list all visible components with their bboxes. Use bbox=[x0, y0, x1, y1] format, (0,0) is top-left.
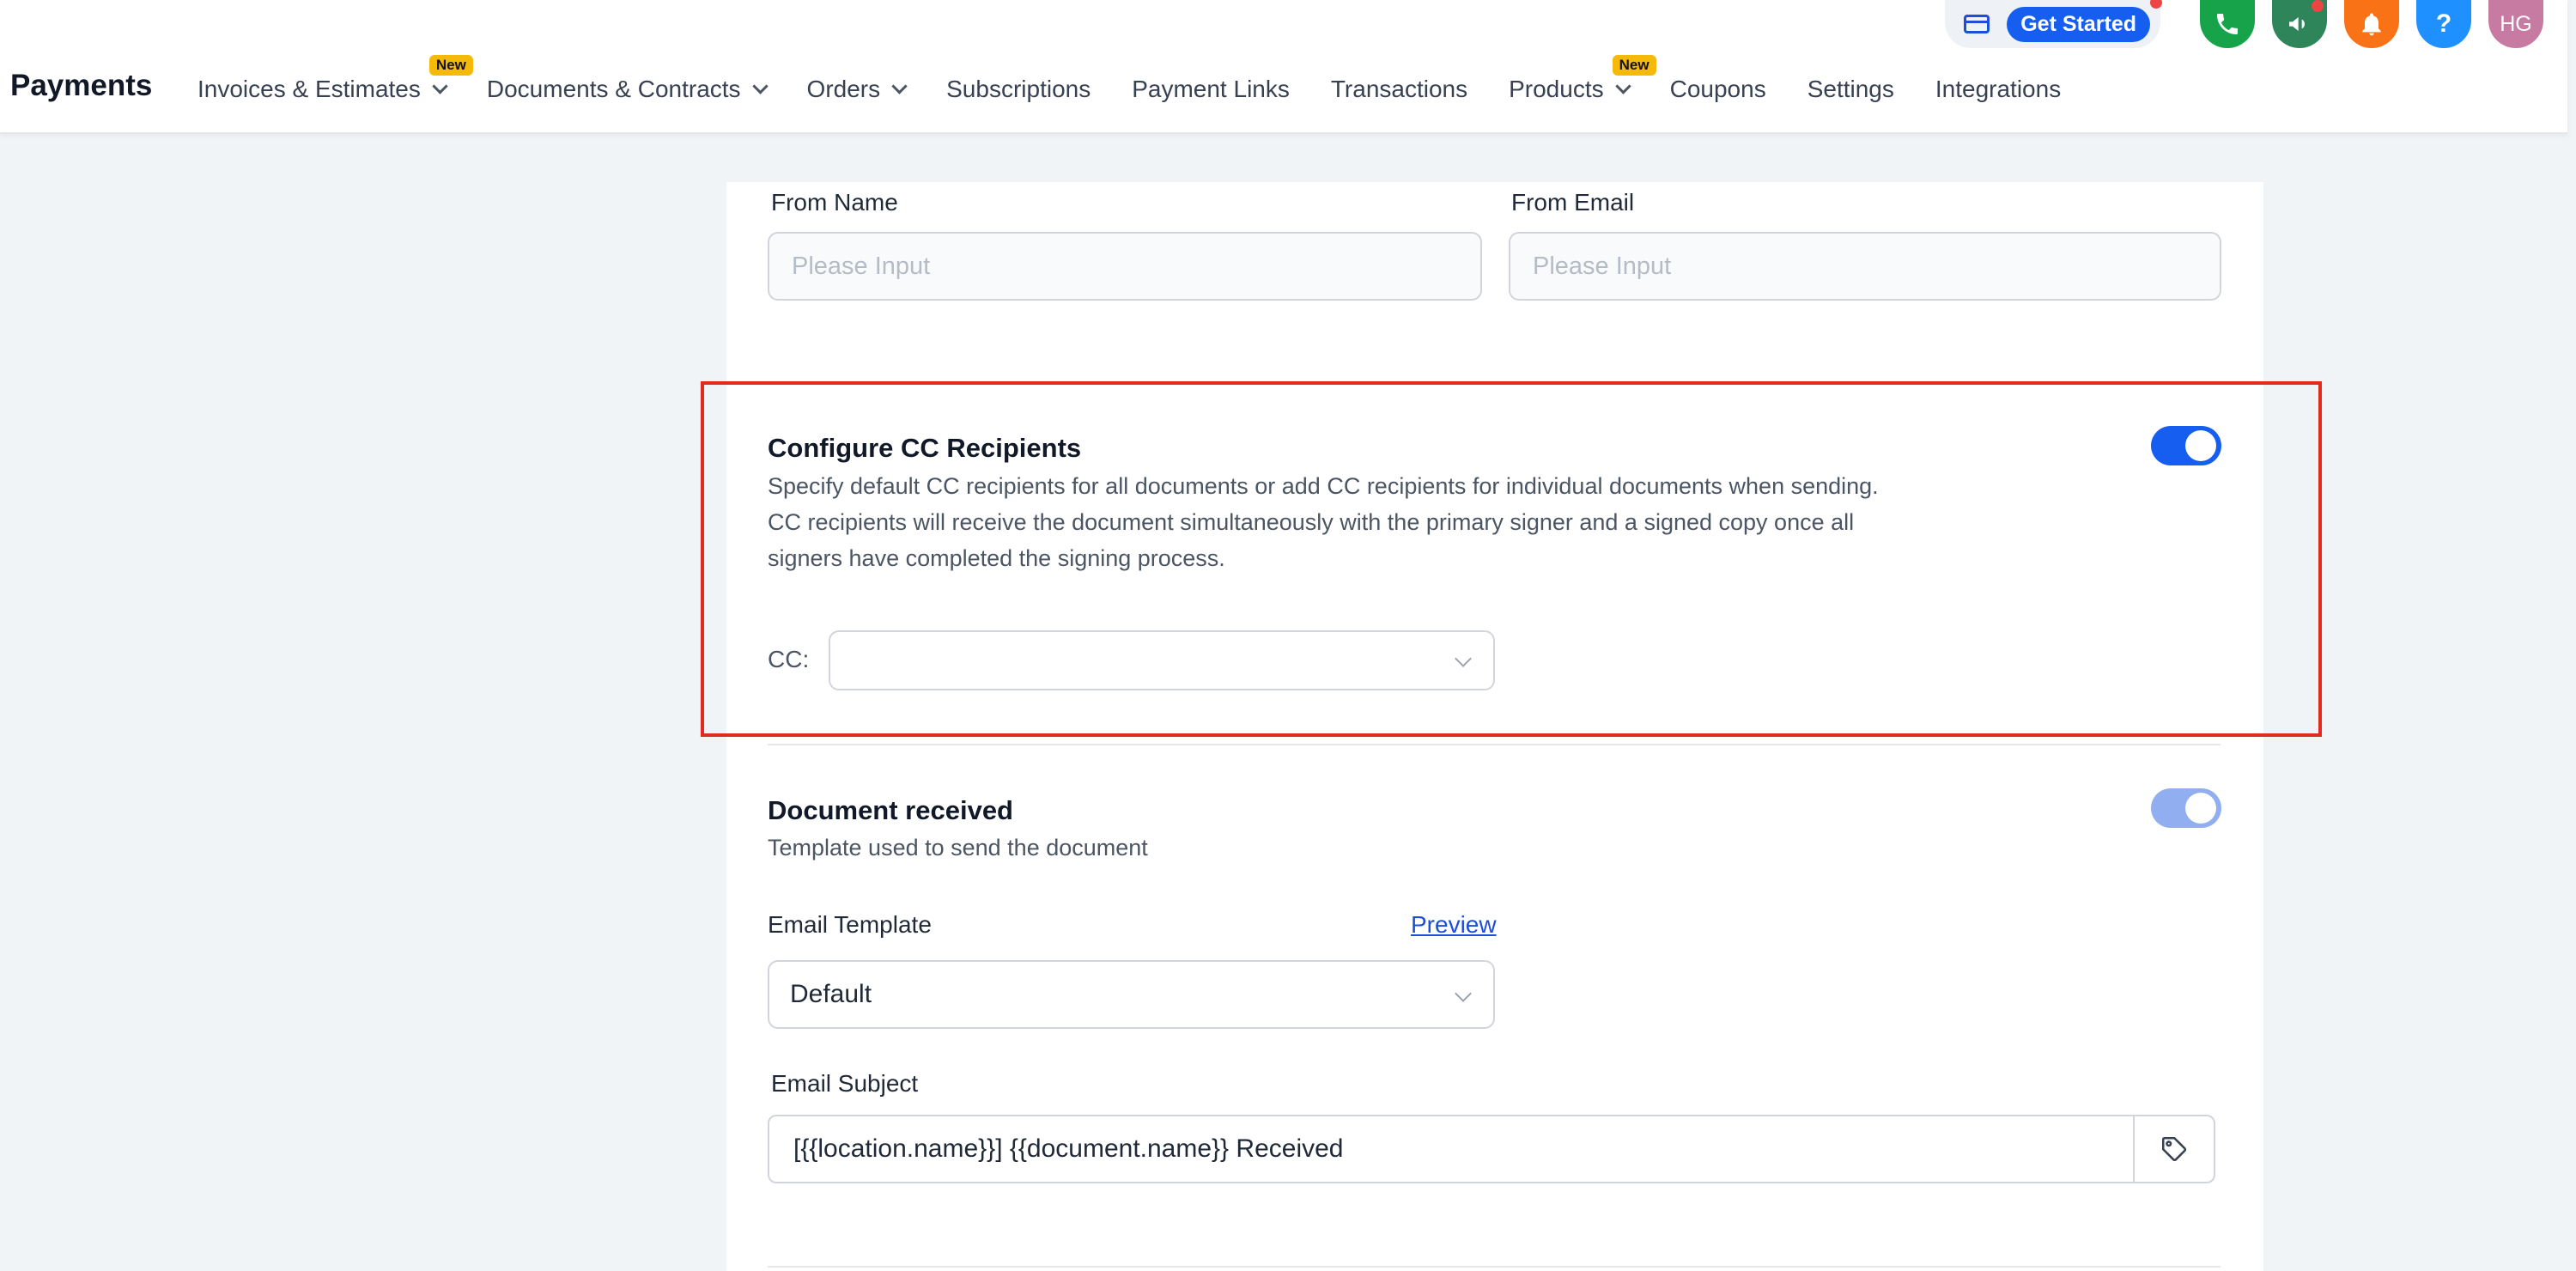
from-name-placeholder: Please Input bbox=[792, 252, 931, 280]
chevron-down-icon bbox=[1455, 650, 1472, 667]
top-actions: Get Started ? HG bbox=[1945, 0, 2543, 48]
tag-icon bbox=[2161, 1136, 2187, 1162]
nav-products[interactable]: Products New bbox=[1509, 55, 1656, 103]
section-divider bbox=[768, 1266, 2221, 1268]
from-email-placeholder: Please Input bbox=[1533, 252, 1672, 280]
chevron-down-icon bbox=[751, 77, 769, 94]
chevron-down-icon bbox=[1455, 985, 1472, 1002]
preview-link[interactable]: Preview bbox=[1411, 911, 1497, 939]
main-nav: Invoices & Estimates New Documents & Con… bbox=[197, 55, 2102, 103]
email-template-label: Email Template bbox=[768, 911, 932, 938]
email-subject-label: Email Subject bbox=[771, 1070, 919, 1097]
from-name-input[interactable]: Please Input bbox=[768, 232, 1482, 301]
cc-recipients-select[interactable] bbox=[829, 630, 1495, 690]
bell-icon bbox=[2362, 13, 2381, 36]
notifications-button[interactable] bbox=[2344, 0, 2399, 48]
nav-settings[interactable]: Settings bbox=[1807, 76, 1894, 103]
merge-tag-button[interactable] bbox=[2133, 1116, 2214, 1182]
from-email-label: From Email bbox=[1511, 189, 1635, 216]
chevron-down-icon bbox=[1614, 77, 1631, 94]
avatar[interactable]: HG bbox=[2488, 0, 2543, 48]
email-subject-value: [{{location.name}}] {{document.name}} Re… bbox=[793, 1134, 1344, 1163]
new-badge: New bbox=[428, 55, 473, 76]
document-received-toggle[interactable] bbox=[2151, 788, 2221, 828]
nav-label: Invoices & Estimates bbox=[197, 76, 421, 102]
cc-label: CC: bbox=[768, 646, 810, 672]
announcements-button[interactable] bbox=[2272, 0, 2327, 48]
section-divider bbox=[768, 744, 2221, 745]
new-badge: New bbox=[1612, 55, 1656, 76]
nav-payment-links[interactable]: Payment Links bbox=[1132, 76, 1290, 103]
nav-label: Documents & Contracts bbox=[486, 76, 741, 102]
nav-invoices-estimates[interactable]: Invoices & Estimates New bbox=[197, 55, 473, 103]
megaphone-icon bbox=[2289, 17, 2305, 31]
nav-integrations[interactable]: Integrations bbox=[1935, 76, 2061, 103]
nav-documents-contracts[interactable]: Documents & Contracts bbox=[486, 76, 769, 103]
nav-label: Subscriptions bbox=[946, 76, 1091, 102]
cc-section-title: Configure CC Recipients bbox=[768, 433, 1082, 463]
email-template-select[interactable]: Default bbox=[768, 960, 1495, 1029]
from-name-label: From Name bbox=[771, 189, 898, 216]
top-header: Payments Invoices & Estimates New Docume… bbox=[0, 0, 2567, 134]
document-received-description: Template used to send the document bbox=[768, 835, 1148, 861]
notification-dot bbox=[2312, 0, 2324, 12]
email-template-value: Default bbox=[790, 980, 872, 1008]
nav-label: Payment Links bbox=[1132, 76, 1290, 102]
nav-label: Products bbox=[1509, 76, 1604, 102]
get-started-widget[interactable]: Get Started bbox=[1945, 0, 2162, 48]
phone-icon bbox=[2217, 14, 2238, 34]
nav-label: Integrations bbox=[1935, 76, 2062, 102]
nav-label: Coupons bbox=[1669, 76, 1766, 102]
credit-card-icon bbox=[1964, 15, 1990, 33]
nav-orders[interactable]: Orders bbox=[806, 76, 908, 103]
avatar-initials: HG bbox=[2500, 11, 2532, 36]
cc-description-line: Specify default CC recipients for all do… bbox=[768, 473, 1879, 499]
cc-recipients-toggle[interactable] bbox=[2151, 426, 2221, 465]
email-subject-input[interactable]: [{{location.name}}] {{document.name}} Re… bbox=[768, 1115, 2215, 1183]
document-received-title: Document received bbox=[768, 795, 1013, 825]
help-icon: ? bbox=[2435, 9, 2452, 38]
cc-section-description: Specify default CC recipients for all do… bbox=[768, 468, 2056, 576]
from-email-input[interactable]: Please Input bbox=[1509, 232, 2221, 301]
nav-subscriptions[interactable]: Subscriptions bbox=[946, 76, 1091, 103]
chevron-down-icon bbox=[432, 77, 448, 94]
nav-label: Transactions bbox=[1330, 76, 1468, 102]
phone-button[interactable] bbox=[2200, 0, 2255, 48]
cc-description-line: signers have completed the signing proce… bbox=[768, 545, 1225, 571]
nav-label: Orders bbox=[806, 76, 881, 102]
cc-description-line: CC recipients will receive the document … bbox=[768, 509, 1855, 535]
get-started-button[interactable]: Get Started bbox=[2007, 6, 2150, 42]
nav-coupons[interactable]: Coupons bbox=[1670, 76, 1766, 103]
help-button[interactable]: ? bbox=[2416, 0, 2471, 48]
notification-dot bbox=[2150, 0, 2162, 9]
nav-transactions[interactable]: Transactions bbox=[1331, 76, 1467, 103]
nav-label: Settings bbox=[1807, 76, 1894, 102]
page-title: Payments bbox=[10, 69, 153, 102]
chevron-down-icon bbox=[891, 77, 908, 94]
